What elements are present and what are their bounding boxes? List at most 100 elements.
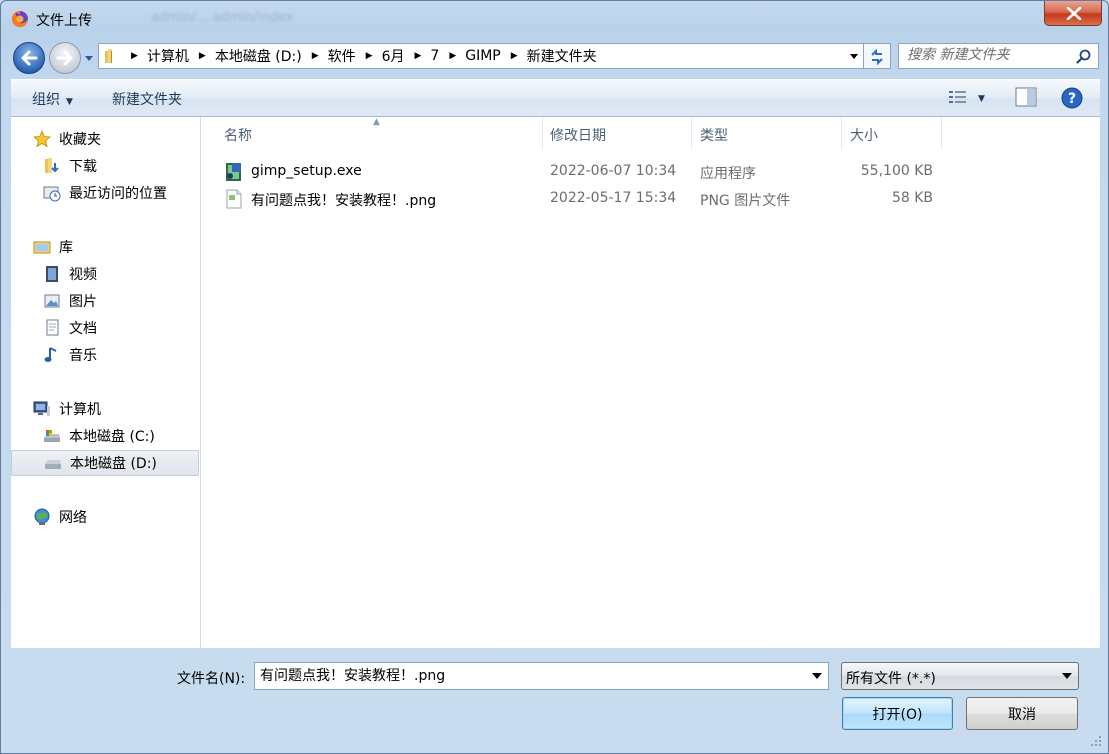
forward-button[interactable]: [49, 42, 81, 74]
filename-combobox[interactable]: [254, 662, 829, 690]
file-size: 58 KB: [891, 190, 933, 206]
svg-text:?: ?: [1068, 91, 1076, 107]
file-size: 55,100 KB: [860, 163, 933, 179]
navigation-pane: 收藏夹 下载 最近访问的位置 库 视频 图片 文档 音乐 计算机 本地磁盘 (C…: [11, 117, 201, 648]
nav-recent-places-label: 最近访问的位置: [69, 186, 167, 202]
address-dropdown-icon[interactable]: [847, 49, 861, 63]
file-name: 有问题点我！安装教程！.png: [251, 193, 437, 209]
nav-music-label: 音乐: [69, 348, 97, 364]
nav-network-label: 网络: [59, 510, 87, 526]
preview-pane-icon[interactable]: [1015, 87, 1037, 107]
file-type: 应用程序: [700, 166, 756, 182]
nav-drive-c[interactable]: 本地磁盘 (C:): [11, 423, 199, 449]
command-toolbar: 组织 ▼ 新建文件夹 ▼ ?: [11, 79, 1100, 117]
breadcrumb-drive-d[interactable]: 本地磁盘 (D:) ▶: [215, 46, 328, 66]
content-area: 收藏夹 下载 最近访问的位置 库 视频 图片 文档 音乐 计算机 本地磁盘 (C…: [11, 117, 1100, 648]
nav-libraries[interactable]: 库: [11, 234, 199, 260]
firefox-icon: [12, 11, 28, 27]
breadcrumb-computer[interactable]: 计算机 ▶: [147, 46, 215, 66]
view-details-icon[interactable]: [948, 89, 968, 107]
nav-pictures[interactable]: 图片: [11, 288, 199, 314]
music-icon: [44, 347, 57, 362]
nav-pictures-label: 图片: [69, 294, 97, 310]
recent-places-icon: [43, 186, 61, 202]
file-type: PNG 图片文件: [700, 193, 791, 209]
column-header-type[interactable]: 类型: [692, 117, 842, 149]
column-header-size[interactable]: 大小: [842, 117, 942, 149]
nav-libraries-label: 库: [59, 240, 73, 256]
folder-icon: [105, 49, 112, 63]
nav-drive-d[interactable]: 本地磁盘 (D:): [11, 450, 199, 476]
background-url-text: admin/... admin/index: [151, 10, 294, 25]
refresh-button[interactable]: [864, 43, 891, 69]
nav-network[interactable]: 网络: [11, 504, 199, 530]
documents-icon: [46, 319, 59, 336]
nav-computer-label: 计算机: [59, 402, 101, 418]
file-type-filter[interactable]: 所有文件 (*.*): [841, 662, 1079, 690]
cancel-button[interactable]: 取消: [966, 697, 1078, 730]
png-file-icon: [226, 189, 242, 209]
nav-videos[interactable]: 视频: [11, 261, 199, 287]
file-list: ▲ 名称 修改日期 类型 大小 gimp_setup.exe 2022-06-0…: [202, 117, 1100, 648]
breadcrumb-software[interactable]: 软件 ▶: [328, 46, 382, 66]
nav-computer[interactable]: 计算机: [11, 396, 199, 422]
column-header-modified[interactable]: 修改日期: [542, 117, 692, 149]
download-folder-icon: [45, 158, 59, 173]
computer-icon: [33, 401, 50, 416]
network-icon: [34, 508, 50, 525]
drive-icon: [45, 460, 61, 469]
nav-drive-d-label: 本地磁盘 (D:): [70, 456, 157, 472]
address-bar[interactable]: ▶ 计算机 ▶ 本地磁盘 (D:) ▶ 软件 ▶ 6月 ▶ 7 ▶ GIMP ▶ 新建文件夹: [98, 43, 864, 69]
resize-grip-icon[interactable]: [1090, 735, 1102, 747]
file-modified: 2022-05-17 15:34: [550, 190, 677, 206]
file-modified: 2022-06-07 10:34: [550, 163, 677, 179]
nav-documents[interactable]: 文档: [11, 315, 199, 341]
back-button[interactable]: [13, 42, 45, 74]
star-icon: [33, 130, 51, 148]
filename-input[interactable]: [260, 667, 800, 683]
system-drive-icon: [44, 430, 60, 442]
nav-favorites-label: 收藏夹: [59, 132, 101, 148]
library-icon: [33, 241, 51, 254]
breadcrumb-7[interactable]: 7 ▶: [430, 48, 465, 64]
filename-dropdown-icon[interactable]: [812, 673, 822, 679]
filter-dropdown-icon: [1062, 673, 1072, 679]
nav-music[interactable]: 音乐: [11, 342, 199, 368]
forward-arrow-icon: [56, 50, 73, 66]
file-name: gimp_setup.exe: [251, 163, 362, 179]
file-row[interactable]: 有问题点我！安装教程！.png 2022-05-17 15:34 PNG 图片文…: [202, 185, 1100, 212]
breadcrumb-root-separator[interactable]: ▶: [121, 51, 147, 61]
file-type-filter-value: 所有文件 (*.*): [846, 671, 936, 687]
breadcrumb-june[interactable]: 6月 ▶: [382, 46, 431, 66]
exe-file-icon: [226, 163, 241, 181]
back-arrow-icon: [21, 50, 38, 66]
history-dropdown-icon[interactable]: [83, 51, 95, 65]
search-icon[interactable]: [1076, 49, 1091, 64]
nav-recent-places[interactable]: 最近访问的位置: [11, 180, 199, 206]
nav-documents-label: 文档: [69, 321, 97, 337]
window-title: 文件上传: [36, 13, 92, 29]
nav-favorites[interactable]: 收藏夹: [11, 126, 199, 152]
help-icon[interactable]: ?: [1061, 87, 1083, 109]
nav-downloads-label: 下载: [69, 159, 97, 175]
search-input[interactable]: [907, 47, 1072, 63]
column-header-name[interactable]: 名称: [216, 117, 543, 149]
close-button[interactable]: [1044, 1, 1102, 26]
organize-button[interactable]: 组织 ▼: [32, 89, 73, 109]
close-icon: [1066, 7, 1082, 20]
breadcrumb-gimp[interactable]: GIMP ▶: [465, 48, 526, 64]
nav-downloads[interactable]: 下载: [11, 153, 199, 179]
view-dropdown-icon[interactable]: ▼: [978, 94, 985, 104]
pictures-icon: [44, 294, 60, 308]
refresh-icon: [871, 49, 883, 65]
new-folder-button[interactable]: 新建文件夹: [112, 89, 182, 109]
chevron-down-icon: ▼: [66, 97, 73, 107]
file-row[interactable]: gimp_setup.exe 2022-06-07 10:34 应用程序 55,…: [202, 158, 1100, 185]
nav-drive-c-label: 本地磁盘 (C:): [69, 429, 155, 445]
search-box[interactable]: [898, 43, 1099, 69]
open-button[interactable]: 打开(O): [842, 697, 953, 730]
breadcrumb-new-folder[interactable]: 新建文件夹: [527, 46, 597, 66]
file-upload-dialog: 文件上传 admin/... admin/index ▶ 计算机 ▶ 本地磁盘 (…: [0, 0, 1109, 754]
nav-videos-label: 视频: [69, 267, 97, 283]
video-icon: [46, 266, 58, 282]
